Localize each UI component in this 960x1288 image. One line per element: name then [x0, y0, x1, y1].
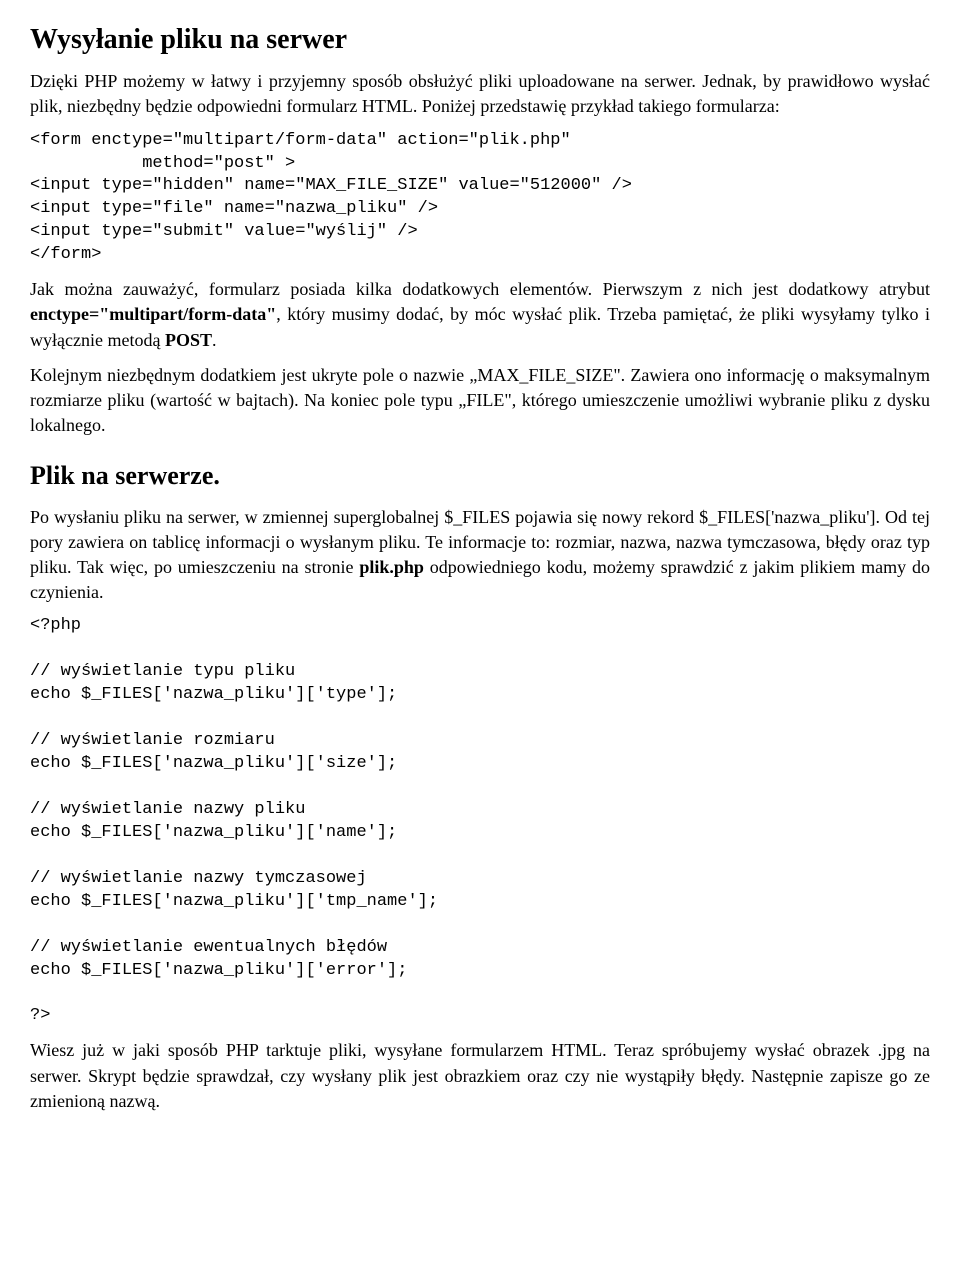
paragraph-outro: Wiesz już w jaki sposób PHP tarktuje pli… — [30, 1038, 930, 1114]
bold-enctype: enctype="multipart/form-data" — [30, 304, 276, 324]
heading-upload: Wysyłanie pliku na serwer — [30, 20, 930, 59]
paragraph-intro: Dzięki PHP możemy w łatwy i przyjemny sp… — [30, 69, 930, 119]
paragraph-enctype: Jak można zauważyć, formularz posiada ki… — [30, 277, 930, 353]
paragraph-files-array: Po wysłaniu pliku na serwer, w zmiennej … — [30, 505, 930, 606]
code-php-example: <?php // wyświetlanie typu pliku echo $_… — [30, 615, 930, 1028]
code-form-example: <form enctype="multipart/form-data" acti… — [30, 130, 930, 268]
bold-plikphp: plik.php — [359, 557, 424, 577]
bold-post: POST — [165, 330, 212, 350]
text: . — [212, 330, 217, 350]
paragraph-maxfilesize: Kolejnym niezbędnym dodatkiem jest ukryt… — [30, 363, 930, 439]
text: Jak można zauważyć, formularz posiada ki… — [30, 279, 930, 299]
heading-server: Plik na serwerze. — [30, 458, 930, 494]
